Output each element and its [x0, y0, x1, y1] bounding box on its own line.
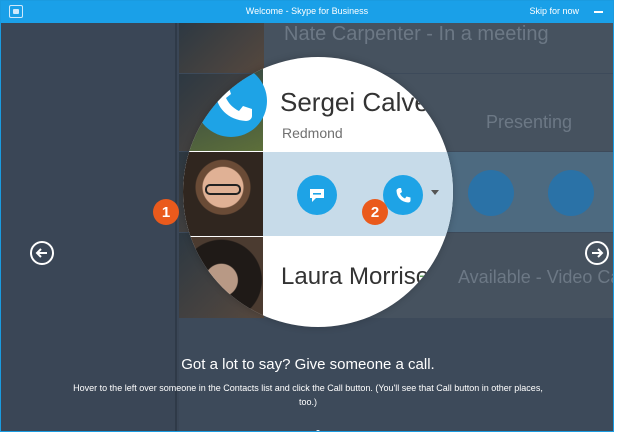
- bg-status-video: Available - Video Ca: [458, 267, 614, 287]
- contact-status-laura: - Available - Video Ca: [419, 265, 453, 285]
- chat-bubble-icon: [310, 189, 324, 202]
- title-bar: Welcome - Skype for Business Skip for no…: [1, 1, 613, 23]
- bg-contact-name: Nate Carpenter - In a meeting: [284, 23, 549, 45]
- arrow-left-icon: [35, 248, 47, 258]
- bg-video-button: [468, 170, 514, 216]
- minimize-icon[interactable]: [594, 11, 603, 13]
- callout-badge-1: 1: [153, 199, 179, 225]
- callout-badge-2: 2: [362, 199, 388, 225]
- contact-status-sergei: - Presenting: [429, 91, 453, 111]
- magnifier-lens: Sergei Calvery - Presenting Redmond Laur…: [183, 57, 453, 327]
- window-title: Welcome - Skype for Business: [245, 6, 369, 16]
- previous-slide-button[interactable]: [30, 241, 54, 265]
- arrow-right-icon: [592, 248, 604, 258]
- tutorial-headline: Got a lot to say? Give someone a call.: [181, 356, 435, 373]
- bg-status-presenting: Presenting: [486, 112, 573, 132]
- call-options-chevron-icon[interactable]: [431, 190, 439, 195]
- call-button[interactable]: [383, 175, 423, 215]
- tutorial-stage: Nate Carpenter - In a meeting Presenting…: [1, 23, 614, 431]
- bg-more-button: [548, 170, 594, 216]
- next-slide-button[interactable]: [585, 241, 609, 265]
- tutorial-description: Hover to the left over someone in the Co…: [73, 383, 543, 407]
- avatar-laura: [183, 237, 263, 327]
- skip-for-now-link[interactable]: Skip for now: [529, 6, 579, 16]
- glasses-detail: [205, 184, 241, 195]
- contact-location: Redmond: [282, 125, 343, 141]
- im-button[interactable]: [297, 175, 337, 215]
- skype-welcome-window: Welcome - Skype for Business Skip for no…: [0, 0, 614, 432]
- phone-icon: [396, 188, 411, 203]
- contact-name-sergei: Sergei Calvery: [280, 87, 451, 117]
- call-badge-icon: [195, 65, 267, 137]
